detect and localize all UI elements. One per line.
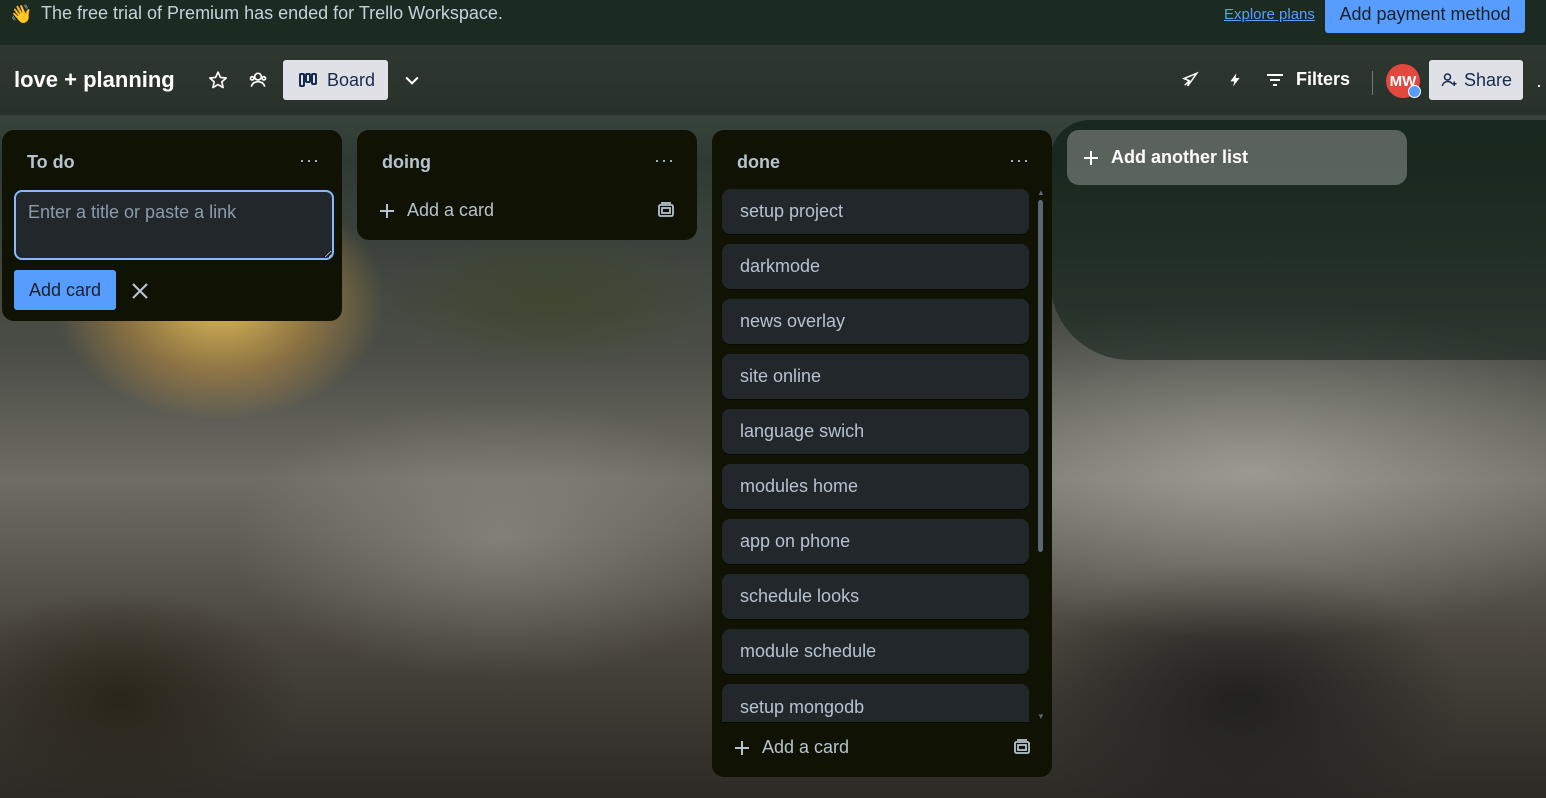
plus-icon — [1084, 150, 1098, 165]
scroll-up-icon[interactable]: ▲ — [1037, 188, 1045, 197]
card[interactable]: schedule looks — [722, 574, 1029, 619]
list-menu-icon[interactable]: ··· — [654, 150, 675, 171]
list-done: done ··· setup project darkmode news ove… — [712, 130, 1052, 777]
card[interactable]: site online — [722, 354, 1029, 399]
list-title[interactable]: doing — [382, 152, 431, 173]
banner-message: The free trial of Premium has ended for … — [41, 3, 503, 23]
card[interactable]: language swich — [722, 409, 1029, 454]
card[interactable]: darkmode — [722, 244, 1029, 289]
filter-icon — [1267, 73, 1283, 86]
explore-plans-link[interactable]: Explore plans — [1224, 6, 1315, 23]
card-template-icon[interactable] — [657, 202, 677, 220]
add-a-card-button[interactable]: Add a card — [379, 200, 494, 221]
automation-icon[interactable] — [1224, 69, 1246, 91]
card[interactable]: module schedule — [722, 629, 1029, 674]
share-button[interactable]: Share — [1429, 60, 1523, 100]
card[interactable]: setup mongodb — [722, 684, 1029, 722]
board-view-button[interactable]: Board — [283, 60, 388, 100]
filters-button[interactable]: Filters — [1266, 69, 1350, 90]
board-header: love + planning Board Filters MW Share · — [0, 45, 1546, 115]
add-card-button[interactable]: Add card — [14, 270, 116, 310]
trial-banner: 👋 The free trial of Premium has ended fo… — [0, 0, 1546, 45]
card[interactable]: modules home — [722, 464, 1029, 509]
add-payment-method-button[interactable]: Add payment method — [1325, 0, 1525, 33]
add-another-list-button[interactable]: Add another list — [1067, 130, 1407, 185]
star-icon[interactable] — [207, 69, 229, 91]
workspace-visibility-icon[interactable] — [247, 69, 269, 91]
list-to-do: To do ··· Add card — [2, 130, 342, 321]
card[interactable]: app on phone — [722, 519, 1029, 564]
plus-icon — [380, 203, 394, 218]
close-icon[interactable] — [129, 280, 151, 302]
add-list-label: Add another list — [1111, 147, 1249, 167]
card-title-input[interactable] — [14, 190, 334, 260]
add-card-label: Add a card — [762, 737, 850, 757]
board-view-icon — [299, 73, 317, 87]
plus-icon — [735, 740, 749, 755]
list-scrollbar[interactable]: ▲ ▼ — [1036, 188, 1046, 722]
add-member-icon — [1441, 73, 1457, 87]
wave-icon: 👋 — [10, 4, 33, 24]
admin-badge-icon — [1408, 85, 1421, 98]
list-title[interactable]: done — [737, 152, 780, 173]
list-title[interactable]: To do — [27, 152, 75, 173]
card[interactable]: news overlay — [722, 299, 1029, 344]
more-menu-icon[interactable]: · — [1536, 75, 1542, 96]
chevron-down-icon[interactable] — [401, 69, 423, 91]
board-title[interactable]: love + planning — [14, 67, 175, 93]
filters-label: Filters — [1296, 69, 1351, 89]
card[interactable]: setup project — [722, 189, 1029, 234]
list-doing: doing ··· Add a card — [357, 130, 697, 240]
board-view-label: Board — [327, 69, 376, 90]
background-shrubs — [380, 230, 720, 370]
scrollbar-thumb[interactable] — [1038, 200, 1043, 552]
list-menu-icon[interactable]: ··· — [299, 150, 320, 171]
power-ups-icon[interactable] — [1179, 69, 1201, 91]
share-label: Share — [1463, 69, 1513, 90]
card-template-icon[interactable] — [1013, 739, 1033, 757]
header-divider — [1372, 71, 1373, 95]
scroll-down-icon[interactable]: ▼ — [1037, 712, 1045, 721]
add-a-card-button[interactable]: Add a card — [734, 737, 849, 758]
list-menu-icon[interactable]: ··· — [1009, 150, 1030, 171]
add-card-label: Add a card — [407, 200, 495, 220]
